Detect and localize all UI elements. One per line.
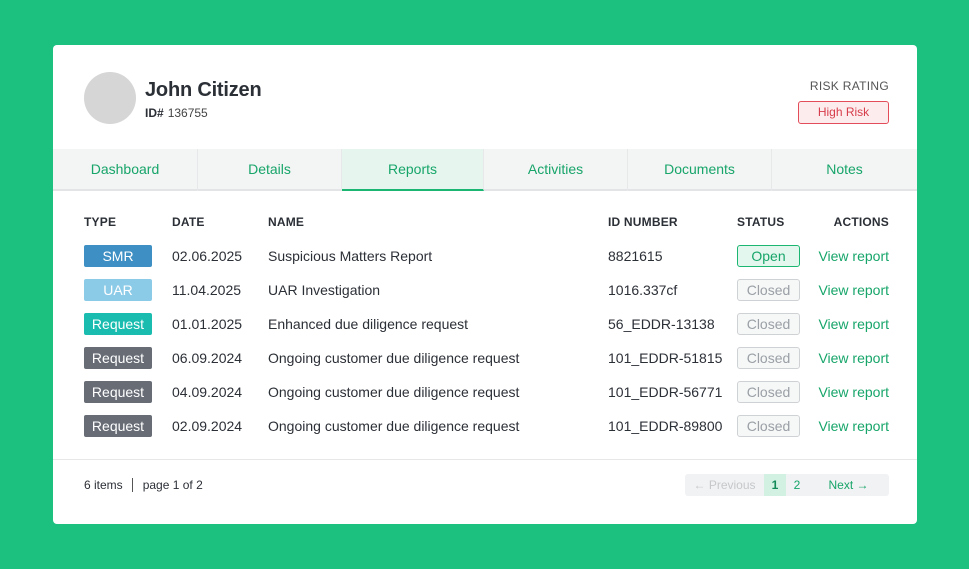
table-row: SMR 02.06.2025 Suspicious Matters Report…: [84, 239, 889, 273]
type-badge: UAR: [84, 279, 152, 301]
tab-activities[interactable]: Activities: [484, 149, 628, 191]
status-badge: Open: [737, 245, 800, 267]
table-row: Request 04.09.2024 Ongoing customer due …: [84, 375, 889, 409]
row-date: 01.01.2025: [172, 316, 243, 332]
tab-notes[interactable]: Notes: [772, 149, 917, 191]
row-date: 02.06.2025: [172, 248, 243, 264]
tab-documents[interactable]: Documents: [628, 149, 772, 191]
summary-separator: [131, 478, 133, 492]
row-date: 02.09.2024: [172, 418, 243, 434]
next-page-button[interactable]: Next →: [808, 474, 889, 496]
id-value: 136755: [167, 106, 208, 120]
tab-reports[interactable]: Reports: [342, 149, 484, 191]
reports-table: TYPE DATE NAME ID NUMBER STATUS ACTIONS …: [84, 213, 889, 443]
view-report-link[interactable]: View report: [818, 418, 889, 434]
status-badge: Closed: [737, 415, 800, 437]
row-id-number: 101_EDDR-89800: [608, 418, 723, 434]
previous-label: Previous: [708, 478, 756, 492]
view-report-link[interactable]: View report: [818, 316, 889, 332]
avatar: [84, 72, 136, 124]
type-badge: Request: [84, 415, 152, 437]
previous-page-button[interactable]: ← Previous: [685, 474, 764, 496]
header-date: DATE: [172, 215, 205, 229]
footer-divider: [53, 459, 917, 460]
row-id-number: 101_EDDR-56771: [608, 384, 723, 400]
header-id-number: ID NUMBER: [608, 215, 678, 229]
row-date: 11.04.2025: [172, 282, 242, 298]
row-name: Ongoing customer due diligence request: [268, 418, 520, 434]
table-header: TYPE DATE NAME ID NUMBER STATUS ACTIONS: [84, 213, 889, 231]
row-date: 06.09.2024: [172, 350, 243, 366]
next-label: Next: [828, 478, 854, 492]
page-info: page 1 of 2: [142, 478, 203, 492]
id-label: ID#: [145, 106, 164, 120]
items-count: 6 items: [84, 478, 123, 492]
status-badge: Closed: [737, 347, 800, 369]
risk-rating-badge: High Risk: [798, 101, 889, 124]
type-badge: SMR: [84, 245, 152, 267]
table-row: Request 06.09.2024 Ongoing customer due …: [84, 341, 889, 375]
table-row: UAR 11.04.2025 UAR Investigation 1016.33…: [84, 273, 889, 307]
tab-bar: Dashboard Details Reports Activities Doc…: [53, 149, 917, 191]
table-summary: 6 items page 1 of 2: [84, 478, 203, 492]
arrow-right-icon: →: [856, 478, 869, 492]
arrow-left-icon: ←: [693, 478, 706, 492]
tab-dashboard[interactable]: Dashboard: [53, 149, 198, 191]
status-badge: Closed: [737, 381, 800, 403]
view-report-link[interactable]: View report: [818, 282, 889, 298]
customer-id: ID# 136755: [145, 106, 208, 120]
page-2-button[interactable]: 2: [786, 474, 808, 496]
row-date: 04.09.2024: [172, 384, 243, 400]
header-status: STATUS: [737, 215, 785, 229]
status-badge: Closed: [737, 313, 800, 335]
table-row: Request 02.09.2024 Ongoing customer due …: [84, 409, 889, 443]
header-actions: ACTIONS: [833, 215, 889, 229]
row-name: UAR Investigation: [268, 282, 381, 298]
type-badge: Request: [84, 381, 152, 403]
row-name: Ongoing customer due diligence request: [268, 350, 520, 366]
row-id-number: 101_EDDR-51815: [608, 350, 723, 366]
row-id-number: 8821615: [608, 248, 663, 264]
status-badge: Closed: [737, 279, 800, 301]
view-report-link[interactable]: View report: [818, 384, 889, 400]
row-name: Suspicious Matters Report: [268, 248, 433, 264]
customer-name: John Citizen: [145, 79, 262, 101]
pagination: ← Previous 1 2 Next →: [685, 474, 889, 496]
row-name: Enhanced due diligence request: [268, 316, 469, 332]
table-row: Request 01.01.2025 Enhanced due diligenc…: [84, 307, 889, 341]
type-badge: Request: [84, 313, 152, 335]
profile-card: John Citizen ID# 136755 RISK RATING High …: [53, 45, 917, 524]
view-report-link[interactable]: View report: [818, 248, 889, 264]
tab-details[interactable]: Details: [198, 149, 342, 191]
view-report-link[interactable]: View report: [818, 350, 889, 366]
row-name: Ongoing customer due diligence request: [268, 384, 520, 400]
header-name: NAME: [268, 215, 305, 229]
risk-rating-label: RISK RATING: [809, 79, 889, 93]
header-type: TYPE: [84, 215, 117, 229]
row-id-number: 1016.337cf: [608, 282, 678, 298]
type-badge: Request: [84, 347, 152, 369]
page-1-button[interactable]: 1: [764, 474, 786, 496]
row-id-number: 56_EDDR-13138: [608, 316, 715, 332]
